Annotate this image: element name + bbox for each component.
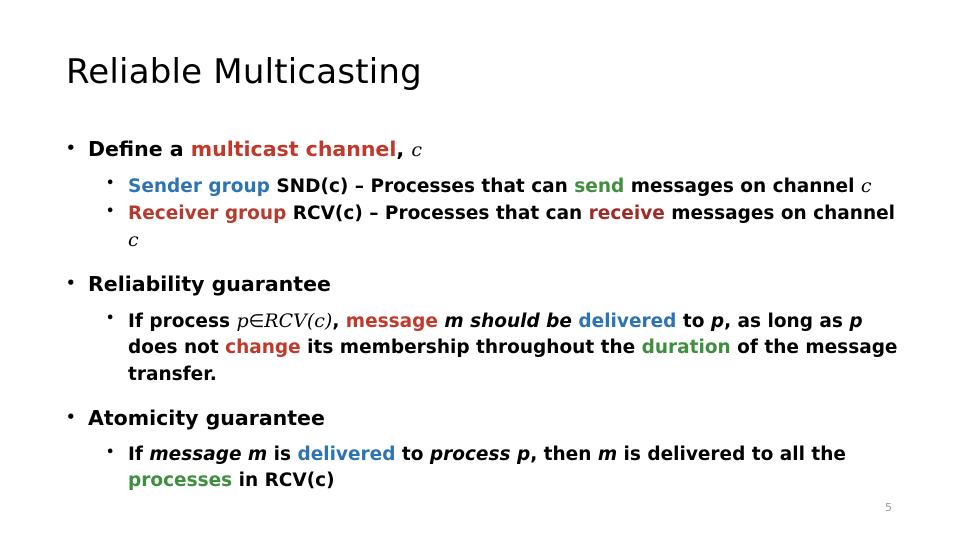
- element-of-icon: ∈: [248, 311, 265, 333]
- text-if-process: If process: [128, 311, 237, 333]
- bullet-text: If process p∈RCV(c), message m should be…: [128, 308, 906, 388]
- bullet-marker: •: [106, 444, 115, 460]
- bullet-receiver-group: • Receiver group RCV(c) – Processes that…: [106, 201, 906, 255]
- bullet-text: Receiver group RCV(c) – Processes that c…: [128, 201, 906, 255]
- bullet-marker: •: [106, 311, 115, 327]
- bullet-sender-group: • Sender group SND(c) – Processes that c…: [106, 173, 906, 200]
- text-receive: receive: [588, 202, 665, 224]
- text-delivered-to-all: is delivered to all the: [617, 443, 846, 465]
- text-snd-processes: SND(c) – Processes that can: [269, 175, 575, 197]
- text-delivered: delivered: [578, 311, 677, 333]
- text-m-should-be: m should be: [437, 311, 579, 333]
- text-process-p: process p: [429, 443, 531, 465]
- text-delivered: delivered: [297, 443, 396, 465]
- text-to: to: [676, 311, 711, 333]
- bullet-text: Define a multicast channel, c: [88, 136, 906, 164]
- text-membership-throughout: its membership throughout the: [300, 337, 642, 359]
- bullet-marker: •: [66, 139, 76, 157]
- bullet-marker: •: [106, 203, 115, 219]
- text-as-long-as: , as long as: [724, 311, 850, 333]
- bullet-text: Reliability guarantee: [88, 272, 331, 297]
- text-messages-on-channel: messages on channel: [664, 202, 895, 224]
- bullet-marker: •: [106, 175, 115, 191]
- text-processes: processes: [128, 469, 233, 491]
- text-duration: duration: [641, 337, 731, 359]
- bullet-text: Atomicity guarantee: [88, 405, 325, 430]
- text-math-p: p: [236, 310, 249, 333]
- slide-body: • Define a multicast channel, c • Sender…: [66, 136, 906, 495]
- bullet-marker: •: [66, 274, 76, 293]
- text-c-var: c: [411, 139, 422, 161]
- text-change: change: [225, 337, 301, 359]
- text-to: to: [395, 443, 430, 465]
- text-m: m: [597, 443, 618, 465]
- bullet-reliability-detail: • If process p∈RCV(c), message m should …: [106, 308, 906, 388]
- text-is: is: [267, 443, 298, 465]
- text-if: If: [128, 443, 150, 465]
- bullet-reliability-guarantee: • Reliability guarantee: [66, 271, 906, 299]
- text-does-not: does not: [128, 337, 226, 359]
- bullet-define-multicast-channel: • Define a multicast channel, c: [66, 136, 906, 164]
- text-message: message: [345, 311, 438, 333]
- slide: Reliable Multicasting • Define a multica…: [0, 0, 960, 540]
- text-rcv-processes: RCV(c) – Processes that can: [286, 202, 589, 224]
- text-multicast-channel: multicast channel: [190, 137, 397, 161]
- bullet-text: If message m is delivered to process p, …: [128, 442, 906, 495]
- text-comma: ,: [332, 311, 346, 333]
- text-c-var: c: [860, 174, 872, 197]
- text-math-rcv-c: RCV(c): [264, 310, 333, 333]
- text-receiver-group: Receiver group: [128, 202, 287, 224]
- text-c-var: c: [128, 229, 139, 252]
- text-sender-group: Sender group: [128, 175, 270, 197]
- text-comma: ,: [396, 137, 412, 161]
- page-title: Reliable Multicasting: [66, 52, 422, 92]
- bullet-text: Sender group SND(c) – Processes that can…: [128, 173, 906, 200]
- text-in-rcv-c: in RCV(c): [232, 469, 335, 491]
- bullet-marker: •: [66, 407, 76, 426]
- text-p-1: p: [710, 311, 725, 333]
- page-number: 5: [885, 501, 892, 514]
- text-messages-on-channel: messages on channel: [624, 175, 861, 197]
- text-p-2: p: [849, 311, 863, 333]
- text-message-m: message m: [149, 443, 268, 465]
- bullet-atomicity-detail: • If message m is delivered to process p…: [106, 442, 906, 495]
- text-send: send: [574, 175, 625, 197]
- text-define-a: Define a: [88, 137, 191, 161]
- bullet-atomicity-guarantee: • Atomicity guarantee: [66, 405, 906, 433]
- text-then: , then: [530, 443, 598, 465]
